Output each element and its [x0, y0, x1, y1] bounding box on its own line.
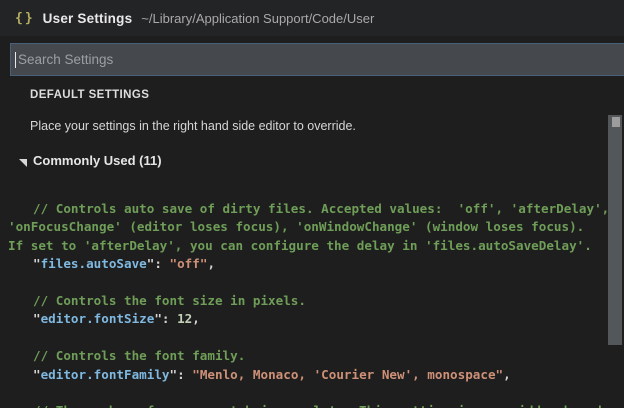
code-token-string: "Menlo, Monaco, 'Courier New', monospace…: [192, 367, 503, 382]
code-token-plain: :: [177, 367, 192, 382]
code-token-key: editor.fontFamily: [41, 367, 170, 382]
code-token-key: editor.fontSize: [41, 311, 155, 326]
code-token-comment: // Controls the font family.: [33, 348, 245, 363]
code-token-comment: 'onFocusChange' (editor loses focus), 'o…: [8, 219, 584, 234]
group-label: Commonly Used (11): [33, 153, 162, 168]
json-braces-icon: {}: [15, 11, 35, 26]
code-line: [8, 384, 606, 402]
code-token-comment: If set to 'afterDelay', you can configur…: [8, 238, 592, 253]
collapse-triangle-icon[interactable]: [19, 159, 27, 167]
code-line: // Controls auto save of dirty files. Ac…: [8, 200, 606, 218]
code-token-comment: // Controls the font size in pixels.: [33, 293, 306, 308]
code-token-plain: ": [33, 256, 41, 271]
code-token-comment: // Controls auto save of dirty files. Ac…: [33, 201, 609, 216]
code-area[interactable]: // Controls auto save of dirty files. Ac…: [8, 200, 606, 408]
code-token-number: 12: [177, 311, 192, 326]
code-line: // The number of spaces a tab is equal t…: [8, 402, 606, 408]
default-settings-heading: DEFAULT SETTINGS: [30, 89, 149, 101]
code-token-plain: :: [154, 256, 169, 271]
commonly-used-group-header[interactable]: Commonly Used (11): [19, 153, 162, 168]
code-line: // Controls the font size in pixels.: [8, 292, 606, 310]
page-title: User Settings: [43, 11, 133, 26]
code-token-plain: ": [170, 367, 178, 382]
code-token-plain: :: [162, 311, 177, 326]
editor-title-bar: {} User Settings ~/Library/Application S…: [0, 0, 624, 36]
code-line: "editor.fontFamily": "Menlo, Monaco, 'Co…: [8, 366, 606, 384]
code-token-plain: ,: [192, 311, 200, 326]
code-line: If set to 'afterDelay', you can configur…: [8, 237, 606, 255]
code-line: "files.autoSave": "off",: [8, 255, 606, 273]
code-token-plain: ": [33, 367, 41, 382]
code-token-comment: // The number of spaces a tab is equal t…: [33, 403, 624, 408]
override-hint-text: Place your settings in the right hand si…: [30, 119, 356, 133]
code-line: "editor.fontSize": 12,: [8, 310, 606, 328]
code-line: [8, 274, 606, 292]
code-token-string: "off": [170, 256, 208, 271]
search-input[interactable]: [16, 44, 624, 75]
vertical-scrollbar-thumb[interactable]: [608, 115, 622, 345]
code-line: [8, 329, 606, 347]
user-settings-window: {} User Settings ~/Library/Application S…: [0, 0, 624, 408]
code-token-plain: ": [33, 311, 41, 326]
settings-search-box[interactable]: [10, 43, 624, 76]
overview-ruler-cursor-marker: [612, 117, 620, 127]
code-token-plain: ,: [207, 256, 215, 271]
code-token-plain: ,: [503, 367, 511, 382]
code-line: // Controls the font family.: [8, 347, 606, 365]
settings-file-path: ~/Library/Application Support/Code/User: [141, 11, 374, 26]
code-token-plain: ": [154, 311, 162, 326]
code-line: 'onFocusChange' (editor loses focus), 'o…: [8, 218, 606, 236]
code-token-key: files.autoSave: [41, 256, 147, 271]
